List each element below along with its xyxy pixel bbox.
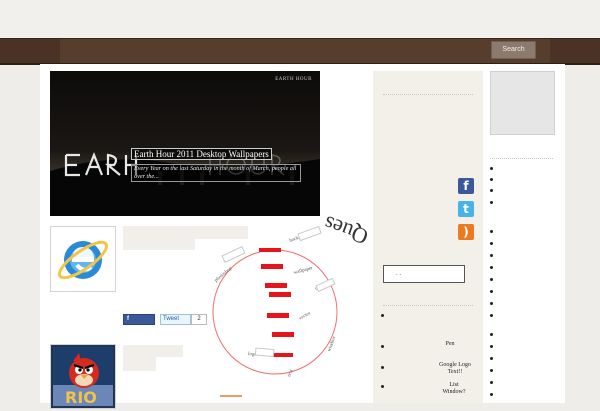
wheel-spokes xyxy=(259,248,294,357)
sidebar-bullet xyxy=(381,385,384,388)
tweet-button[interactable]: Tweet xyxy=(160,314,191,325)
right-bullet xyxy=(490,189,493,192)
slider-caption[interactable]: Earth Hour 2011 Desktop Wallpapers Every… xyxy=(131,144,301,182)
right-bullet xyxy=(490,393,493,396)
sidebar-input[interactable]: . . xyxy=(383,265,465,283)
right-bullet xyxy=(490,290,493,293)
tweet-count: 2 xyxy=(191,314,207,325)
rss-icon[interactable]: ) xyxy=(458,224,474,240)
sidebar-divider xyxy=(383,94,473,95)
sidebar-link-google-logo[interactable]: Google Logo Text!! xyxy=(434,362,476,376)
sidebar-bullet xyxy=(381,345,384,348)
twitter-glyph: t xyxy=(463,202,469,216)
wheel-word: text xyxy=(287,368,294,377)
right-bullet xyxy=(490,369,493,372)
right-bullet xyxy=(490,254,493,257)
right-bullet xyxy=(490,167,493,170)
rss-glyph: ) xyxy=(463,225,469,239)
right-bullet xyxy=(490,345,493,348)
sidebar-input-text: . . xyxy=(396,271,402,277)
sidebar-divider-2 xyxy=(383,305,473,306)
tweet-label: Tweet xyxy=(163,316,180,322)
right-bullet xyxy=(490,178,493,181)
facebook-icon[interactable]: f xyxy=(458,178,474,194)
post2-title-placeholder-2 xyxy=(123,357,156,371)
search-button[interactable]: Search xyxy=(491,41,536,59)
wheel-big-word: Ques xyxy=(320,212,371,250)
featured-slider[interactable]: EARTH HOUR Earth Hour 2011 Desktop Wallp… xyxy=(50,71,320,216)
wheel-word: photoshop xyxy=(214,266,234,284)
top-header xyxy=(0,0,600,38)
right-bullet xyxy=(490,357,493,360)
post-thumbnail-angry-birds[interactable]: RIO xyxy=(50,344,116,409)
right-bullet xyxy=(490,201,493,204)
tag-wheel[interactable]: background tutorial photoshop wallpaper … xyxy=(212,212,382,387)
sidebar-link-pen[interactable]: Pen xyxy=(436,341,464,348)
navbar-inner xyxy=(60,39,550,63)
sidebar-bullet xyxy=(381,366,384,369)
right-bullet xyxy=(490,242,493,245)
wheel-word: wallpaper xyxy=(293,266,314,276)
slider-excerpt: Every Year on the last Saturday in the m… xyxy=(131,164,301,182)
internet-explorer-icon xyxy=(53,229,113,289)
facebook-glyph: f xyxy=(463,179,469,193)
wheel-boxes xyxy=(221,225,336,358)
right-sidebar-divider xyxy=(490,158,553,159)
facebook-icon: f xyxy=(127,316,129,322)
highlight-mark xyxy=(220,395,242,397)
slider-tag: EARTH HOUR xyxy=(275,77,312,82)
right-bullet xyxy=(490,333,493,336)
right-bullet xyxy=(490,314,493,317)
sidebar-bullet xyxy=(381,314,384,317)
angry-birds-rio-image: RIO xyxy=(53,347,113,407)
post-title-placeholder-2 xyxy=(123,239,195,250)
post2-title-placeholder xyxy=(123,345,183,357)
svg-text:RIO: RIO xyxy=(65,388,97,406)
right-bullet xyxy=(490,302,493,305)
ad-placeholder xyxy=(490,71,555,135)
right-bullet xyxy=(490,266,493,269)
right-bullet xyxy=(490,278,493,281)
wheel-word: vector xyxy=(299,311,313,322)
wheel-word: window xyxy=(327,335,337,352)
slider-title[interactable]: Earth Hour 2011 Desktop Wallpapers xyxy=(131,148,272,160)
right-bullet xyxy=(490,381,493,384)
twitter-icon[interactable]: t xyxy=(458,201,474,217)
facebook-share-button[interactable]: f xyxy=(123,314,155,325)
post-thumbnail-ie[interactable] xyxy=(50,226,116,292)
right-bullet xyxy=(490,230,493,233)
sidebar-link-list-window[interactable]: List Window? xyxy=(438,382,470,396)
